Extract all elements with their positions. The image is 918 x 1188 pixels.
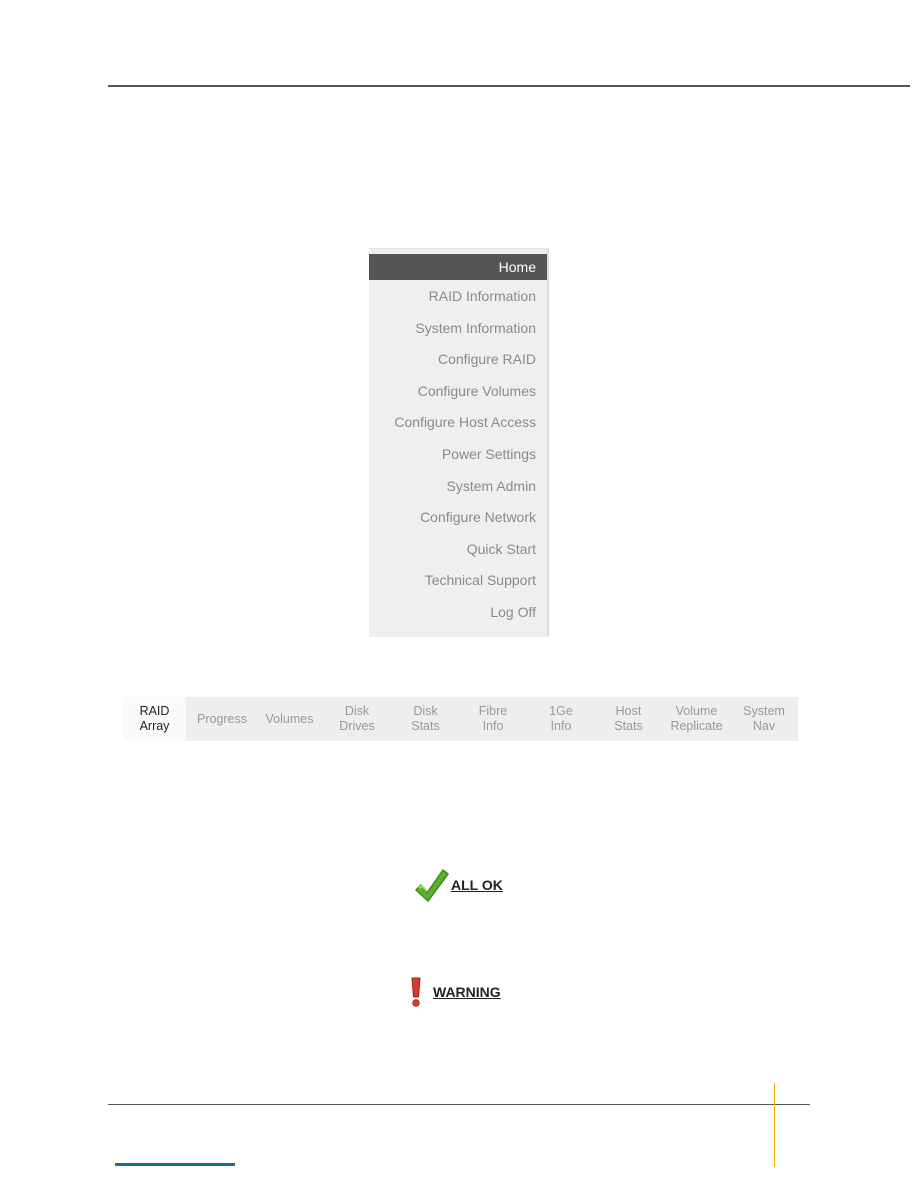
tab-label: Replicate (670, 719, 723, 733)
tab-label: Host (615, 704, 642, 718)
tab-label: Drives (339, 719, 375, 733)
tab-volumes[interactable]: Volumes (258, 697, 321, 741)
tab-progress[interactable]: Progress (186, 697, 258, 741)
nav-menu: Home RAID Information System Information… (369, 248, 548, 637)
menu-item-technical-support[interactable]: Technical Support (369, 565, 548, 597)
tab-label: Fibre (478, 704, 508, 718)
menu-item-configure-volumes[interactable]: Configure Volumes (369, 376, 548, 408)
menu-item-log-off[interactable]: Log Off (369, 597, 548, 629)
menu-item-configure-network[interactable]: Configure Network (369, 502, 548, 534)
tab-label: Volume (675, 704, 718, 718)
menu-item-raid-information[interactable]: RAID Information (369, 281, 548, 313)
tab-label: Array (139, 719, 170, 733)
tab-label: Nav (752, 719, 776, 733)
status-warning: WARNING (408, 976, 501, 1008)
menu-item-configure-raid[interactable]: Configure RAID (369, 344, 548, 376)
menu-item-power-settings[interactable]: Power Settings (369, 439, 548, 471)
tab-label: Progress (196, 711, 248, 726)
exclamation-icon (411, 977, 421, 1007)
tab-1ge-info[interactable]: 1Ge Info (528, 697, 594, 741)
menu-item-quick-start[interactable]: Quick Start (369, 534, 548, 566)
tab-raid-array[interactable]: RAID Array (123, 697, 186, 741)
tab-host-stats[interactable]: Host Stats (594, 697, 663, 741)
tab-label: RAID (139, 704, 170, 718)
status-all-ok: ALL OK (413, 866, 503, 904)
tab-volume-replicate[interactable]: Volume Replicate (663, 697, 730, 741)
footer-gold-divider (774, 1083, 775, 1167)
tab-fibre-info[interactable]: Fibre Info (458, 697, 528, 741)
tab-disk-drives[interactable]: Disk Drives (321, 697, 393, 741)
status-label-ok[interactable]: ALL OK (451, 877, 503, 893)
tab-label: Disk (344, 704, 370, 718)
tab-label: Stats (614, 719, 643, 733)
tab-bar: RAID Array Progress Volumes Disk Drives Di… (123, 697, 798, 741)
footer-rule (108, 1104, 810, 1105)
footer-blue-bar (115, 1163, 235, 1166)
tab-system-nav[interactable]: System Nav (730, 697, 798, 741)
tab-label: Info (550, 719, 572, 733)
tab-label: System (743, 704, 785, 718)
header-rule (108, 85, 910, 87)
menu-item-system-admin[interactable]: System Admin (369, 471, 548, 503)
menu-item-configure-host-access[interactable]: Configure Host Access (369, 407, 548, 439)
tab-label: Volumes (265, 711, 314, 726)
tab-disk-stats[interactable]: Disk Stats (393, 697, 458, 741)
status-label-warning[interactable]: WARNING (433, 984, 501, 1000)
tab-label: 1Ge (549, 704, 573, 718)
menu-item-home[interactable]: Home (369, 254, 548, 280)
tab-label: Disk (413, 704, 438, 718)
checkmark-icon (415, 869, 449, 902)
menu-item-system-information[interactable]: System Information (369, 313, 548, 345)
tab-label: Stats (411, 719, 440, 733)
tab-label: Info (482, 719, 504, 733)
menu-edge (547, 248, 549, 636)
